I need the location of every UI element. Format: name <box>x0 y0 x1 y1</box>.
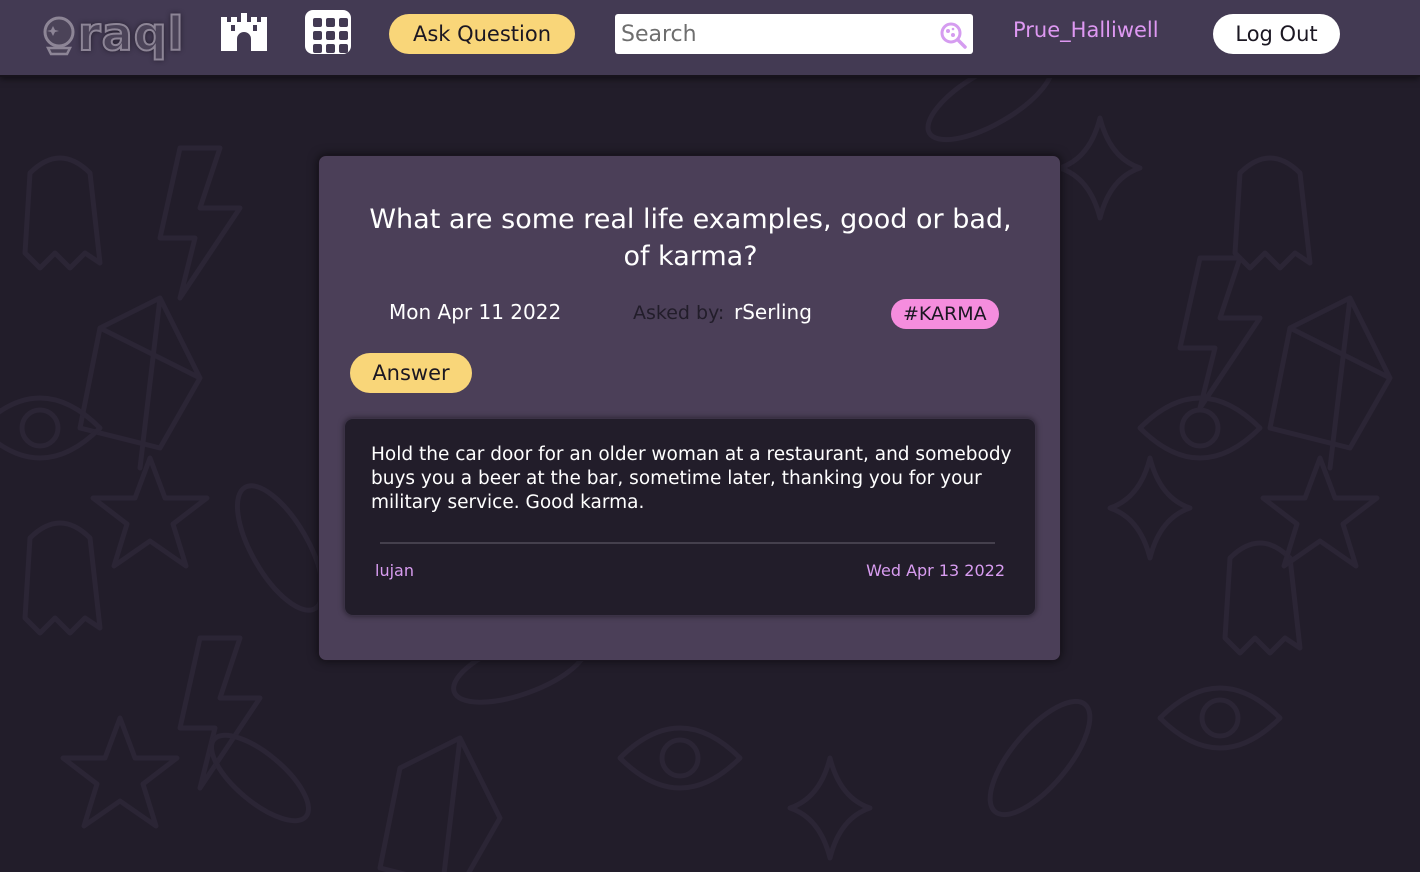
answer-divider <box>380 542 995 544</box>
grid-icon-cell <box>326 31 335 40</box>
home-castle-button[interactable] <box>221 13 267 51</box>
answer-button[interactable]: Answer <box>350 353 472 393</box>
question-card: What are some real life examples, good o… <box>318 155 1061 661</box>
question-date: Mon Apr 11 2022 <box>389 300 562 324</box>
search-bar <box>615 14 973 54</box>
asked-by-user-link[interactable]: rSerling <box>734 300 812 324</box>
grid-icon-cell <box>313 44 322 53</box>
answer-card: Hold the car door for an older woman at … <box>344 418 1036 616</box>
answer-author-link[interactable]: lujan <box>375 561 414 580</box>
logo-text: raql <box>77 6 185 62</box>
grid-icon-cell <box>313 31 322 40</box>
answer-date: Wed Apr 13 2022 <box>866 561 1005 580</box>
question-title: What are some real life examples, good o… <box>369 204 1012 272</box>
crystal-ball-icon <box>42 14 76 56</box>
grid-icon-cell <box>326 18 335 27</box>
answer-text: Hold the car door for an older woman at … <box>371 444 1012 513</box>
grid-icon-cell <box>326 44 335 53</box>
logout-button[interactable]: Log Out <box>1213 14 1340 54</box>
categories-grid-button[interactable] <box>305 10 351 54</box>
app-logo[interactable]: raql <box>42 6 184 62</box>
search-icon[interactable] <box>939 21 967 49</box>
grid-icon-cell <box>339 18 348 27</box>
search-input[interactable] <box>615 16 925 52</box>
asked-by-label: Asked by: <box>633 302 725 324</box>
current-user-link[interactable]: Prue_Halliwell <box>1013 18 1159 42</box>
ask-question-button[interactable]: Ask Question <box>389 14 575 54</box>
tag-badge[interactable]: #KARMA <box>891 299 999 329</box>
grid-icon-cell <box>339 31 348 40</box>
grid-icon-cell <box>313 18 322 27</box>
grid-icon-cell <box>339 44 348 53</box>
castle-icon <box>221 13 267 51</box>
top-nav-bar: raql Ask Question Pr <box>0 0 1420 77</box>
